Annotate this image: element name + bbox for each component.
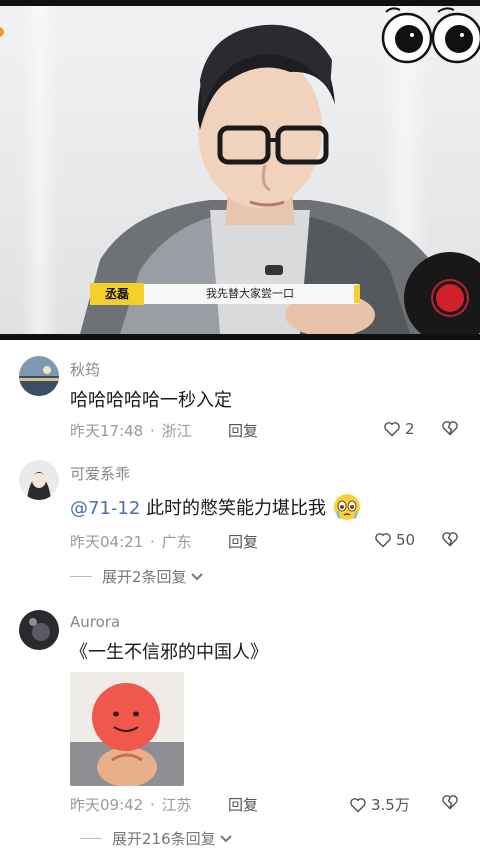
comment-location: 江苏 bbox=[161, 796, 192, 814]
like-count: 3.5万 bbox=[371, 796, 410, 814]
comment-location: 广东 bbox=[161, 533, 192, 551]
broken-heart-icon bbox=[442, 795, 458, 810]
comment-text: 《一生不信邪的中国人》 bbox=[70, 642, 268, 663]
reply-button[interactable]: 回复 bbox=[228, 420, 258, 441]
comment-text: 哈哈哈哈哈一秒入定 bbox=[70, 390, 232, 411]
comment-username[interactable]: 可爱系乖 bbox=[70, 463, 130, 484]
comment-meta: 昨天09:42 · 江苏 bbox=[70, 794, 192, 815]
avatar[interactable] bbox=[19, 610, 59, 650]
comment-username[interactable]: Aurora bbox=[70, 613, 120, 631]
meta-separator: · bbox=[150, 533, 155, 551]
expand-replies-button[interactable]: 展开216条回复 bbox=[80, 828, 233, 849]
dislike-button[interactable] bbox=[441, 531, 459, 547]
expand-divider bbox=[70, 576, 92, 577]
comment-username[interactable]: 秋筠 bbox=[70, 359, 100, 380]
broken-heart-icon bbox=[442, 532, 458, 547]
expand-divider bbox=[80, 838, 102, 839]
comment-text-body: 此时的憋笑能力堪比我 bbox=[146, 498, 327, 519]
comment-list: 秋筠 哈哈哈哈哈一秒入定 昨天17:48 · 浙江 回复 2 可爱系乖 @71-… bbox=[0, 340, 480, 853]
subtitle-end-marker bbox=[354, 285, 360, 303]
mention-link[interactable]: @71-12 bbox=[70, 498, 140, 519]
comment-meta: 昨天17:48 · 浙江 bbox=[70, 420, 192, 441]
subtitle-text: 我先替大家尝一口 bbox=[206, 287, 294, 300]
video-player[interactable]: 丞磊 我先替大家尝一口 bbox=[0, 0, 480, 340]
comment-time: 昨天17:48 bbox=[70, 422, 144, 440]
reply-button[interactable]: 回复 bbox=[228, 531, 258, 552]
comment-time: 昨天09:42 bbox=[70, 796, 144, 814]
reply-button[interactable]: 回复 bbox=[228, 794, 258, 815]
background-curtain bbox=[20, 6, 60, 334]
crying-face-icon bbox=[333, 494, 360, 520]
meta-separator: · bbox=[150, 796, 155, 814]
dislike-button[interactable] bbox=[441, 794, 459, 810]
expand-replies-button[interactable]: 展开2条回复 bbox=[70, 566, 204, 587]
dislike-button[interactable] bbox=[441, 420, 459, 436]
chevron-down-icon bbox=[190, 572, 203, 580]
status-dot bbox=[0, 27, 4, 37]
comment-time: 昨天04:21 bbox=[70, 533, 144, 551]
chevron-down-icon bbox=[219, 834, 232, 842]
expand-replies-label: 展开2条回复 bbox=[102, 568, 187, 586]
comment-meta: 昨天04:21 · 广东 bbox=[70, 531, 192, 552]
heart-icon bbox=[375, 533, 391, 548]
like-count: 50 bbox=[396, 531, 416, 549]
heart-icon bbox=[384, 422, 400, 437]
like-button[interactable]: 3.5万 bbox=[349, 794, 410, 815]
heart-icon bbox=[350, 797, 366, 813]
like-count: 2 bbox=[405, 420, 415, 438]
broken-heart-icon bbox=[442, 421, 458, 436]
avatar[interactable] bbox=[19, 356, 59, 396]
expand-replies-label: 展开216条回复 bbox=[112, 830, 216, 848]
meta-separator: · bbox=[150, 422, 155, 440]
avatar[interactable] bbox=[19, 460, 59, 500]
cartoon-eyes-icon bbox=[381, 7, 480, 64]
like-button[interactable]: 50 bbox=[374, 531, 415, 549]
comment-text: @71-12 此时的憋笑能力堪比我 bbox=[70, 492, 362, 522]
like-button[interactable]: 2 bbox=[383, 420, 415, 438]
comment-sticker-image[interactable] bbox=[70, 672, 184, 786]
comment-location: 浙江 bbox=[161, 422, 192, 440]
subtitle-name-tag: 丞磊 bbox=[90, 283, 144, 305]
